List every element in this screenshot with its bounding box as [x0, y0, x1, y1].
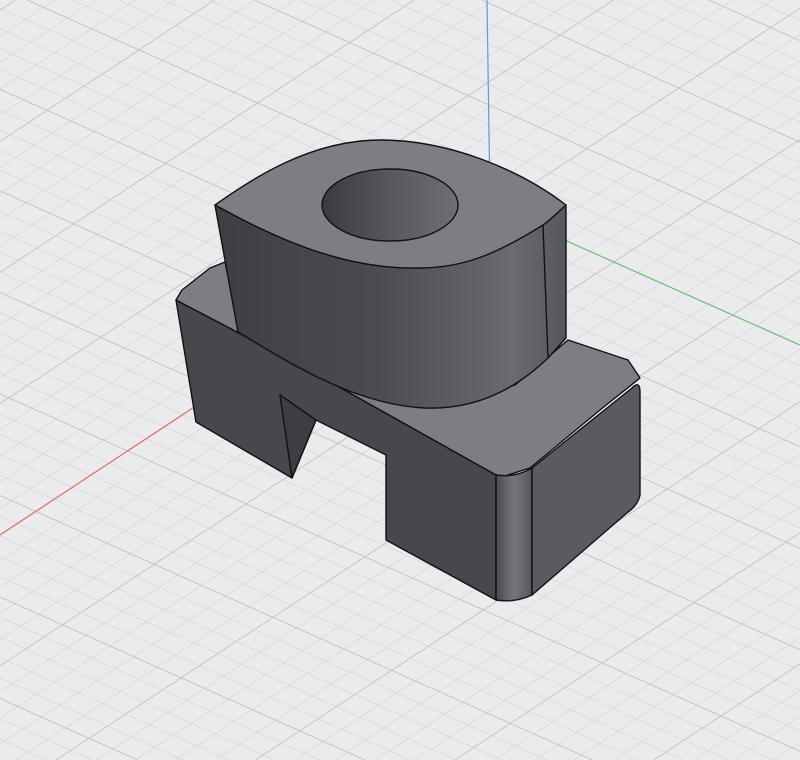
grid-line — [494, 558, 800, 760]
grid-line — [754, 0, 800, 21]
grid-line — [526, 0, 800, 123]
3d-viewport[interactable] — [0, 0, 800, 760]
grid-line — [0, 0, 176, 116]
grid-line — [0, 0, 16, 11]
grid-line — [0, 596, 366, 760]
grid-line — [0, 576, 411, 760]
grid-line — [0, 0, 136, 90]
grid-line — [733, 716, 800, 760]
grid-line — [693, 689, 800, 760]
grid-line — [0, 637, 275, 760]
grid-line — [708, 0, 800, 42]
cad-part[interactable] — [175, 139, 641, 602]
base-rounded-corner — [495, 467, 533, 602]
grid-line — [0, 616, 320, 760]
grid-line — [663, 0, 800, 62]
grid-line — [0, 677, 184, 760]
grid-line — [572, 0, 800, 102]
grid-line — [0, 0, 216, 142]
grid-line — [0, 0, 295, 194]
grid-line — [0, 0, 56, 37]
grid-line — [617, 0, 800, 82]
scene-canvas[interactable] — [0, 0, 800, 760]
grid-line — [481, 0, 800, 143]
grid-line — [0, 657, 229, 760]
grid-line — [613, 637, 800, 760]
grid-line — [0, 738, 48, 760]
boss-hole — [321, 168, 459, 242]
grid-line — [0, 698, 138, 760]
grid-line — [0, 718, 93, 760]
